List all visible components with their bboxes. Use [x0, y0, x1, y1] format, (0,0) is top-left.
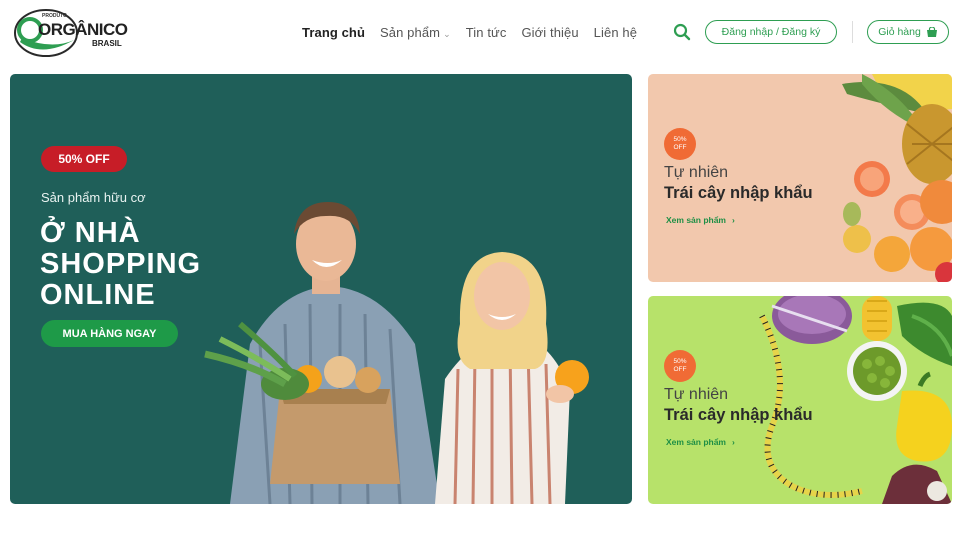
cart-button[interactable]: Giỏ hàng [867, 20, 949, 44]
svg-text:PRODUTO: PRODUTO [42, 13, 67, 19]
nav-item-home[interactable]: Trang chủ [302, 25, 365, 40]
chevron-right-icon: › [732, 437, 735, 447]
shop-now-button[interactable]: MUA HÀNG NGAY [41, 320, 178, 347]
promo-banner-vegetables[interactable]: 50% OFF Tự nhiên Trái cây nhập khẩu Xem … [648, 296, 952, 504]
badge-off: OFF [673, 366, 687, 373]
nav-label: Liên hệ [593, 24, 638, 40]
badge-percent: 50% [673, 358, 687, 365]
main-nav: Trang chủ Sản phẩm ⌄ Tin tức Giới thiệu L… [302, 22, 652, 42]
nav-item-news[interactable]: Tin tức [466, 25, 507, 40]
cart-icon [926, 26, 937, 37]
discount-badge: 50% OFF [41, 146, 127, 172]
shop-now-label: MUA HÀNG NGAY [62, 327, 157, 340]
cart-label: Giỏ hàng [878, 26, 921, 38]
vegetables-image [759, 296, 952, 504]
discount-badge: 50% OFF [664, 128, 696, 160]
brand-logo[interactable]: PRODUTO ORGÂNICO BRASIL [12, 6, 138, 58]
view-products-link[interactable]: Xem sản phẩm › [666, 437, 735, 447]
promo-banner-fruits[interactable]: 50% OFF Tự nhiên Trái cây nhập khẩu Xem … [648, 74, 952, 282]
link-label: Xem sản phẩm [666, 437, 726, 447]
hero-subtitle: Sản phẩm hữu cơ [41, 190, 146, 205]
svg-text:ORGÂNICO: ORGÂNICO [38, 20, 128, 39]
link-label: Xem sản phẩm [666, 215, 726, 225]
header-divider [852, 21, 853, 43]
banner-kicker: Tự nhiên [664, 386, 729, 403]
view-products-link[interactable]: Xem sản phẩm › [666, 215, 735, 225]
chevron-down-icon: ⌄ [443, 28, 451, 39]
hero-title: Ở NHÀ SHOPPING ONLINE [40, 218, 201, 311]
site-header: PRODUTO ORGÂNICO BRASIL Trang chủ Sản ph… [0, 0, 963, 64]
chevron-right-icon: › [732, 215, 735, 225]
login-register-label: Đăng nhập / Đăng ký [721, 26, 821, 38]
badge-text: 50% OFF [58, 152, 110, 166]
svg-text:BRASIL: BRASIL [92, 39, 122, 48]
hero-title-line: SHOPPING [40, 248, 202, 280]
banner-title: Trái cây nhập khẩu [664, 184, 813, 202]
hero-title-line: Ở NHÀ [40, 217, 141, 249]
nav-label: Sản phẩm [380, 24, 441, 40]
discount-badge: 50% OFF [664, 350, 696, 382]
nav-label: Trang chủ [302, 24, 366, 40]
nav-item-products[interactable]: Sản phẩm ⌄ [380, 25, 451, 40]
nav-label: Giới thiệu [521, 24, 579, 40]
fruits-image [842, 74, 952, 282]
couple-with-groceries-image [204, 202, 589, 504]
banner-title: Trái cây nhập khẩu [664, 406, 813, 424]
login-register-button[interactable]: Đăng nhập / Đăng ký [705, 20, 837, 44]
nav-label: Tin tức [465, 24, 507, 40]
nav-item-contact[interactable]: Liên hệ [594, 25, 637, 40]
badge-percent: 50% [673, 136, 687, 143]
badge-off: OFF [673, 144, 687, 151]
search-icon[interactable] [672, 22, 692, 42]
banner-kicker: Tự nhiên [664, 164, 729, 181]
nav-item-about[interactable]: Giới thiệu [521, 25, 578, 40]
hero-banner[interactable]: 50% OFF Sản phẩm hữu cơ Ở NHÀ SHOPPING O… [10, 74, 632, 504]
hero-title-line: ONLINE [40, 279, 156, 311]
